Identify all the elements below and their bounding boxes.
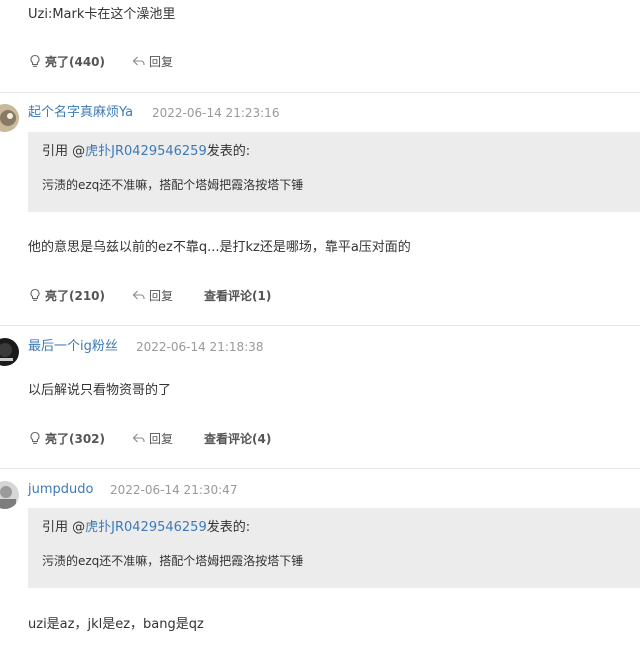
quote-suffix: 发表的: [206, 520, 251, 535]
lightbulb-icon [30, 54, 40, 67]
comment-actions: 亮了(302) 回复 查看评论(4) [28, 429, 271, 447]
comment-actions: 亮了(440) 回复 [28, 52, 204, 70]
avatar[interactable] [0, 104, 19, 132]
divider [0, 468, 640, 469]
reply-label: 回复 [149, 431, 174, 446]
lightbulb-icon [30, 288, 40, 301]
quote-text: 污渍的ezq还不准嘛，搭配个塔姆把霞洛按塔下锤 [42, 178, 304, 192]
post-time: 2022-06-14 21:18:38 [136, 340, 264, 354]
comment-thread: Uzi:Mark卡在这个澡池里 亮了(440) 回复 起个名字真麻烦Ya 202… [0, 0, 640, 657]
view-comments-button[interactable]: 查看评论(4) [204, 430, 271, 447]
like-count: 亮了(440) [45, 54, 106, 69]
reply-arrow-icon [132, 290, 145, 300]
avatar[interactable] [0, 481, 19, 509]
reply-arrow-icon [132, 56, 145, 66]
comment-text: 以后解说只看物资哥的了 [28, 383, 172, 398]
reply-button[interactable]: 回复 [132, 430, 204, 447]
username[interactable]: 最后一个ig粉丝 [28, 338, 118, 356]
like-button[interactable]: 亮了(302) [28, 430, 132, 447]
like-button[interactable]: 亮了(210) [28, 287, 132, 304]
post-time: 2022-06-14 21:30:47 [110, 483, 238, 497]
lightbulb-icon [30, 431, 40, 444]
quote-prefix: 引用 @ [42, 520, 86, 535]
reply-button[interactable]: 回复 [132, 287, 204, 304]
like-count: 亮了(210) [45, 288, 106, 303]
quote-suffix: 发表的: [206, 144, 251, 159]
quote-block: 引用 @虎扑JR0429546259发表的: 污渍的ezq还不准嘛，搭配个塔姆把… [28, 132, 640, 212]
view-comments-button[interactable]: 查看评论(1) [204, 287, 271, 304]
quoted-user-link[interactable]: 虎扑JR0429546259 [85, 144, 207, 159]
like-count: 亮了(302) [45, 431, 106, 446]
reply-label: 回复 [149, 54, 174, 69]
divider [0, 325, 640, 326]
username[interactable]: jumpdudo [28, 481, 93, 499]
view-comments-label: 查看评论(4) [204, 431, 272, 446]
reply-arrow-icon [132, 433, 145, 443]
like-button[interactable]: 亮了(440) [28, 53, 132, 70]
comment-text: Uzi:Mark卡在这个澡池里 [28, 7, 176, 22]
avatar[interactable] [0, 338, 19, 366]
quote-prefix: 引用 @ [42, 144, 86, 159]
username[interactable]: 起个名字真麻烦Ya [28, 104, 133, 122]
comment-text: 他的意思是乌兹以前的ez不靠q...是打kz还是哪场，靠平a压对面的 [28, 240, 411, 255]
quote-text: 污渍的ezq还不准嘛，搭配个塔姆把霞洛按塔下锤 [42, 554, 304, 568]
quote-header: 引用 @虎扑JR0429546259发表的: [42, 519, 250, 537]
comment-text: uzi是az，jkl是ez，bang是qz [28, 617, 204, 632]
reply-button[interactable]: 回复 [132, 53, 204, 70]
view-comments-label: 查看评论(1) [204, 288, 272, 303]
quote-block: 引用 @虎扑JR0429546259发表的: 污渍的ezq还不准嘛，搭配个塔姆把… [28, 508, 640, 588]
comment-actions: 亮了(210) 回复 查看评论(1) [28, 286, 271, 304]
reply-label: 回复 [149, 288, 174, 303]
divider [0, 92, 640, 93]
quote-header: 引用 @虎扑JR0429546259发表的: [42, 143, 250, 161]
post-time: 2022-06-14 21:23:16 [152, 106, 280, 120]
quoted-user-link[interactable]: 虎扑JR0429546259 [85, 520, 207, 535]
